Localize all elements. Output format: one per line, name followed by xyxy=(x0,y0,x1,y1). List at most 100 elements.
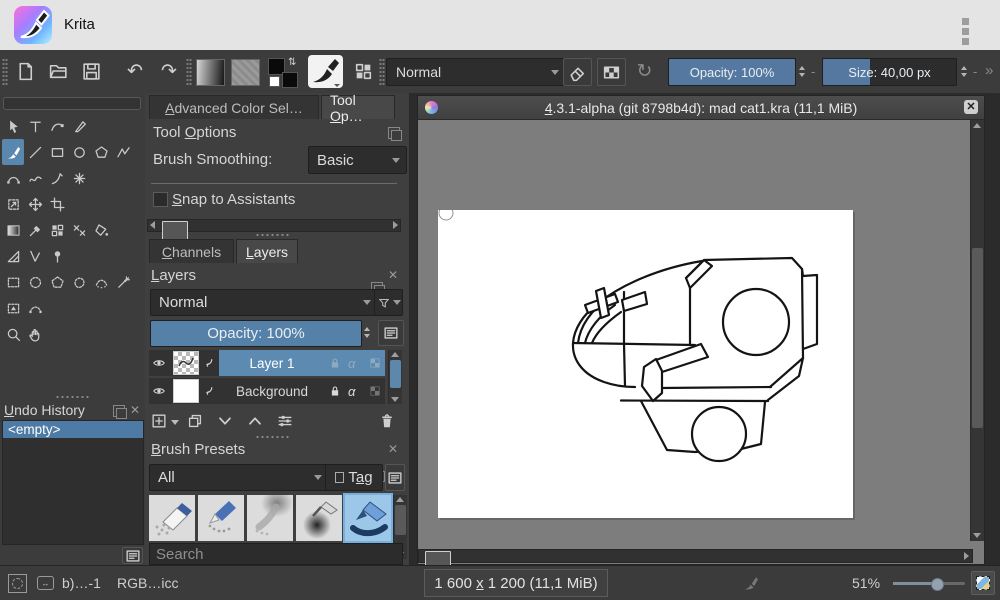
preset-search-input[interactable] xyxy=(149,543,403,565)
zoom-slider[interactable] xyxy=(893,582,965,585)
preset-marker-thumbnail[interactable] xyxy=(198,495,244,541)
alpha-lock-icon[interactable]: α xyxy=(348,356,362,370)
tool-polyline[interactable] xyxy=(112,139,134,165)
add-layer-button[interactable] xyxy=(149,409,169,433)
tab-advanced-color-selector[interactable]: Advanced Color Sel… xyxy=(149,95,319,119)
preset-eraser-thumbnail[interactable] xyxy=(149,495,195,541)
duplicate-layer-button[interactable] xyxy=(183,409,207,433)
tool-multibrush[interactable] xyxy=(68,165,90,191)
tool-measure[interactable] xyxy=(24,243,46,269)
layer-decoration-icon[interactable] xyxy=(202,384,216,398)
preset-ink-pen-thumbnail[interactable] xyxy=(345,495,391,541)
tool-edit-shapes[interactable] xyxy=(46,113,68,139)
close-docker-icon[interactable]: ✕ xyxy=(388,444,398,454)
visibility-icon[interactable] xyxy=(152,384,166,398)
new-document-button[interactable] xyxy=(12,57,38,85)
reload-preset-button[interactable]: ↻ xyxy=(631,58,658,84)
lock-icon[interactable] xyxy=(328,356,342,370)
close-window-button[interactable]: ✕ xyxy=(964,100,978,114)
tab-layers[interactable]: Layers xyxy=(236,239,298,263)
save-button[interactable] xyxy=(78,57,104,85)
open-button[interactable] xyxy=(45,57,71,85)
layer-thumbnail[interactable] xyxy=(173,379,199,403)
toolbar-grip[interactable] xyxy=(186,58,192,86)
tool-select-shapes[interactable] xyxy=(2,113,24,139)
layer-thumbnail[interactable] xyxy=(173,351,199,375)
tool-select-bezier[interactable] xyxy=(24,295,46,321)
canvas-window-titlebar[interactable]: 4.3.1-alpha (git 8798b4d): mad cat1.kra … xyxy=(418,96,984,120)
size-spinner[interactable] xyxy=(957,58,970,84)
canvas-vscrollbar[interactable] xyxy=(970,120,984,541)
move-layer-down-button[interactable] xyxy=(213,409,237,433)
layer-properties-button[interactable] xyxy=(378,320,404,346)
float-docker-icon[interactable] xyxy=(388,127,400,139)
tab-tool-options[interactable]: Tool Op… xyxy=(321,95,395,119)
layer-row-layer1[interactable]: Layer 1 α xyxy=(149,350,385,376)
layer-props-button[interactable] xyxy=(273,409,297,433)
tool-color-sampler[interactable] xyxy=(24,217,46,243)
inherit-alpha-icon[interactable] xyxy=(368,384,382,398)
fg-bg-colors[interactable]: ⇅ xyxy=(268,58,300,88)
redo-button[interactable]: ↷ xyxy=(156,57,182,85)
selection-display-icon[interactable] xyxy=(8,574,27,593)
tool-transform[interactable] xyxy=(2,191,24,217)
opacity-slider[interactable]: Opacity: 100% xyxy=(668,58,796,86)
brush-blend-mode-select[interactable]: Normal xyxy=(386,58,567,86)
tool-polygon[interactable] xyxy=(90,139,112,165)
workspace-chooser-button[interactable] xyxy=(350,57,376,85)
zoom-slider-handle[interactable] xyxy=(931,578,944,591)
tool-options-hscrollbar[interactable] xyxy=(147,219,401,232)
tag-button[interactable]: Tag xyxy=(325,464,383,491)
undo-button[interactable]: ↶ xyxy=(122,57,148,85)
toolbox-handle[interactable] xyxy=(3,97,141,110)
visibility-icon[interactable] xyxy=(152,356,166,370)
close-docker-icon[interactable]: ✕ xyxy=(388,270,398,280)
undo-properties-button[interactable] xyxy=(122,547,143,564)
layer-list-scrollbar[interactable] xyxy=(388,350,402,404)
pattern-swatch[interactable] xyxy=(231,59,260,86)
tool-select-rect[interactable] xyxy=(2,269,24,295)
tool-line[interactable] xyxy=(24,139,46,165)
tool-pattern-edit[interactable] xyxy=(46,217,68,243)
tool-rectangle[interactable] xyxy=(46,139,68,165)
preset-airbrush-thumbnail[interactable] xyxy=(296,495,342,541)
size-slider[interactable]: Size: 40,00 px xyxy=(822,58,957,86)
tool-reference-images[interactable] xyxy=(46,243,68,269)
close-docker-icon[interactable]: ✕ xyxy=(130,405,140,415)
toolbar-grip[interactable] xyxy=(379,58,385,86)
tool-fill[interactable] xyxy=(90,217,112,243)
tool-gradient[interactable] xyxy=(2,217,24,243)
inherit-alpha-icon[interactable] xyxy=(368,356,382,370)
gradient-swatch[interactable] xyxy=(196,59,225,86)
layer-decoration-icon[interactable] xyxy=(202,356,216,370)
float-docker-icon[interactable] xyxy=(113,405,125,417)
selection-mode-icon[interactable]: ↔ xyxy=(37,576,54,590)
tool-select-freehand[interactable] xyxy=(68,269,90,295)
lock-icon[interactable] xyxy=(328,384,342,398)
brush-editor-button[interactable] xyxy=(308,55,343,88)
opacity-spinner[interactable] xyxy=(795,58,808,84)
layer-opacity-spinner[interactable] xyxy=(360,320,373,345)
splitter-handle[interactable] xyxy=(255,233,289,237)
brush-smoothing-select[interactable]: Basic xyxy=(308,146,407,174)
tool-crop[interactable] xyxy=(46,191,68,217)
preset-soft-pencil-thumbnail[interactable] xyxy=(247,495,293,541)
canvas-page[interactable] xyxy=(438,210,853,518)
splitter-handle[interactable] xyxy=(55,395,89,399)
layer-row-background[interactable]: Background α xyxy=(149,378,385,404)
tool-freehand-brush[interactable] xyxy=(2,139,24,165)
splitter-handle[interactable] xyxy=(255,435,289,439)
tool-assistants[interactable] xyxy=(2,243,24,269)
tool-ellipse[interactable] xyxy=(68,139,90,165)
tool-select-magnetic[interactable] xyxy=(90,269,112,295)
toolbar-grip[interactable] xyxy=(2,58,8,86)
tool-select-polygon[interactable] xyxy=(46,269,68,295)
eraser-mode-button[interactable] xyxy=(563,58,592,86)
delete-layer-button[interactable] xyxy=(375,409,399,433)
zoom-fit-button[interactable] xyxy=(971,571,995,595)
tool-select-ellipse[interactable] xyxy=(24,269,46,295)
tool-smart-patch[interactable] xyxy=(68,217,90,243)
snap-to-assistants-checkbox[interactable] xyxy=(153,192,168,207)
tool-select-similar[interactable] xyxy=(112,269,134,295)
alpha-lock-icon[interactable]: α xyxy=(348,384,362,398)
